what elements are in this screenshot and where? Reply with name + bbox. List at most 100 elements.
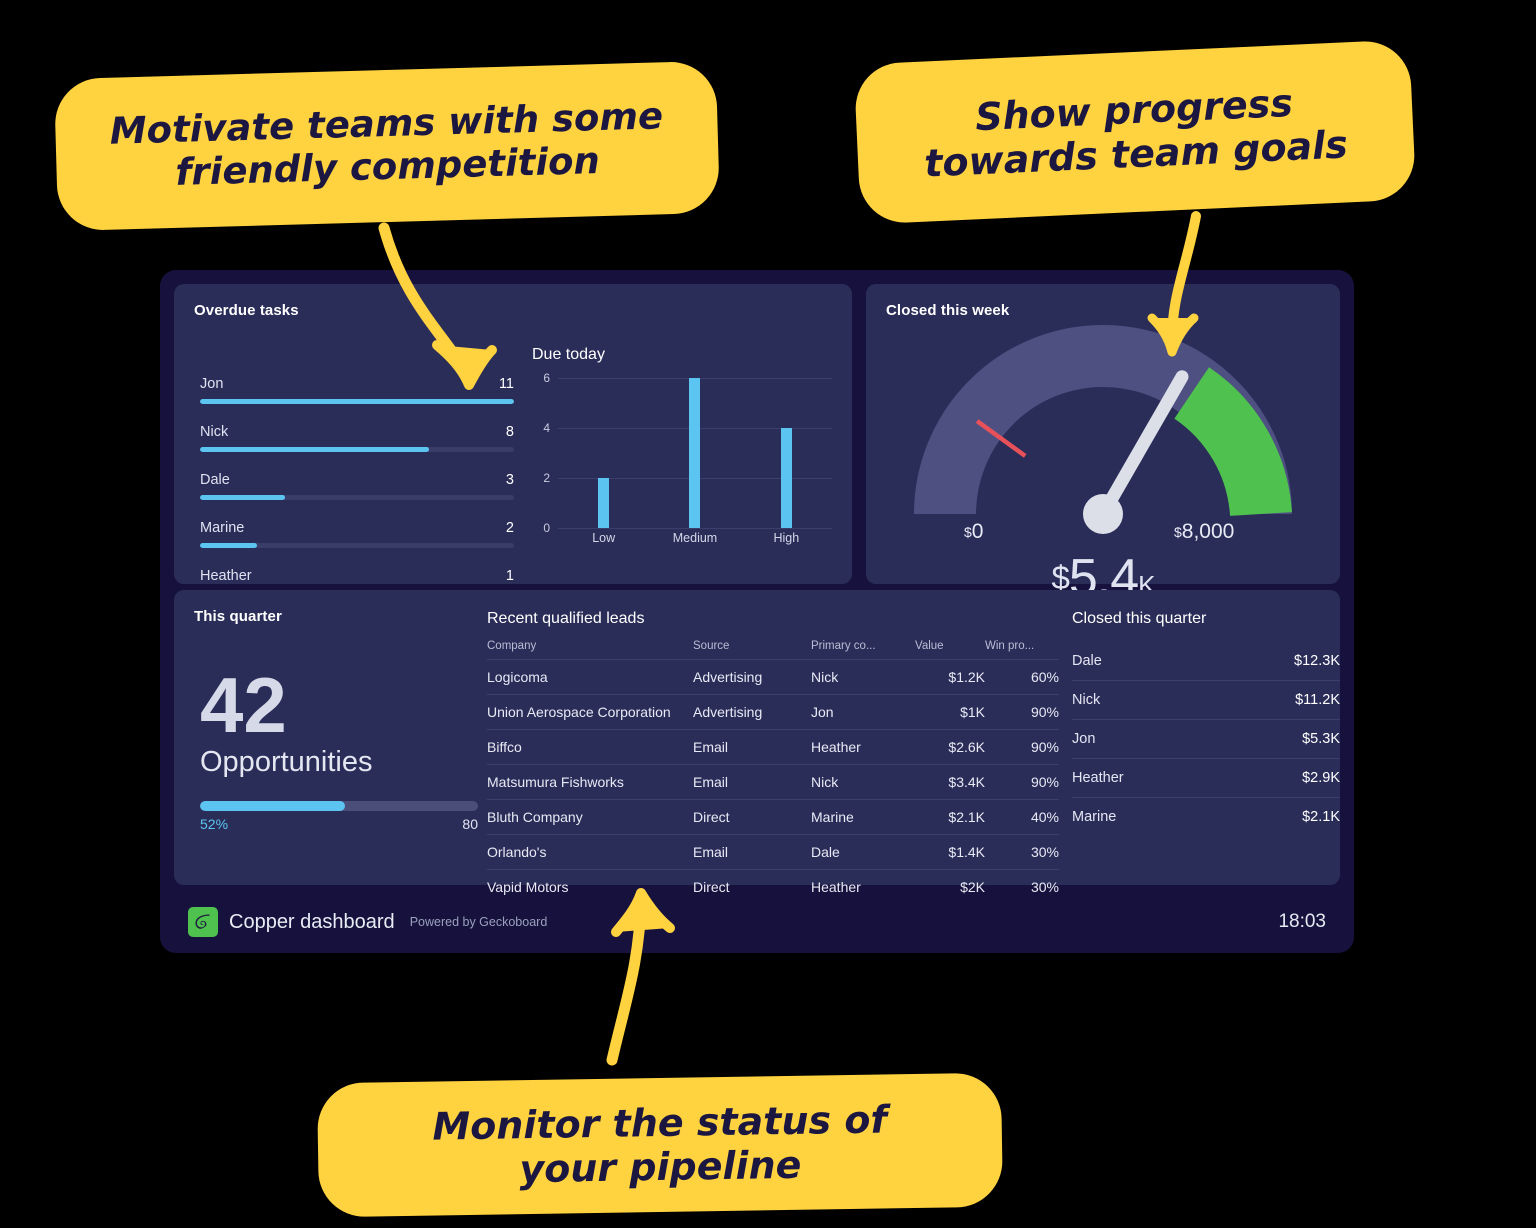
col-header-win-probability[interactable]: Win pro... bbox=[985, 640, 1059, 660]
cell-value: $2.1K bbox=[915, 799, 985, 835]
y-tick: 6 bbox=[543, 371, 550, 385]
metric-progress-percent: 52% bbox=[200, 816, 229, 833]
list-item-name: Marine bbox=[1072, 809, 1117, 825]
list-item-value: $12.3K bbox=[1294, 653, 1340, 669]
leads-widget: Recent qualified leads Company Source Pr… bbox=[487, 610, 1059, 904]
y-axis: 6 4 2 0 bbox=[532, 371, 554, 535]
cell-source: Advertising bbox=[693, 659, 811, 695]
leaderboard-row: Jon 11 bbox=[200, 376, 514, 404]
cell-win-probability: 90% bbox=[985, 764, 1059, 800]
cell-win-probability: 60% bbox=[985, 659, 1059, 695]
leaderboard-value: 8 bbox=[505, 424, 514, 440]
clock: 18:03 bbox=[1278, 911, 1326, 932]
table-header-row: Company Source Primary co... Value Win p… bbox=[487, 640, 1059, 660]
gauge-max-value: 8,000 bbox=[1181, 520, 1235, 543]
leaderboard-track bbox=[200, 495, 514, 500]
due-today-plot: 6 4 2 0 Low Medium High bbox=[532, 371, 832, 550]
cell-win-probability: 90% bbox=[985, 694, 1059, 730]
dashboard-frame: Overdue tasks Jon 11 Nick 8 Dale 3 Marin… bbox=[160, 270, 1354, 953]
y-tick: 2 bbox=[543, 471, 550, 485]
leads-table: Company Source Primary co... Value Win p… bbox=[487, 640, 1059, 904]
cell-value: $3.4K bbox=[915, 764, 985, 800]
leaderboard-name: Jon bbox=[200, 376, 224, 392]
cell-value: $1.4K bbox=[915, 834, 985, 870]
col-header-value[interactable]: Value bbox=[915, 640, 985, 660]
table-row[interactable]: Orlando's Email Dale $1.4K 30% bbox=[487, 834, 1059, 870]
table-row[interactable]: Matsumura Fishworks Email Nick $3.4K 90% bbox=[487, 764, 1059, 800]
gridline bbox=[558, 528, 832, 529]
callout-line-1: Monitor the status of bbox=[432, 1097, 888, 1149]
bar-high bbox=[780, 428, 792, 528]
leaderboard-name: Marine bbox=[200, 520, 245, 536]
cell-value: $1.2K bbox=[915, 659, 985, 695]
cell-source: Email bbox=[693, 834, 811, 870]
gauge-min-value: 0 bbox=[971, 520, 984, 543]
cell-primary-contact: Jon bbox=[811, 694, 915, 730]
leaderboard-name: Heather bbox=[200, 568, 252, 584]
bar-slot bbox=[649, 378, 740, 528]
panel-this-quarter: This quarter 42 Opportunities 52% 80 Rec… bbox=[174, 590, 1340, 904]
list-item-value: $2.9K bbox=[1302, 770, 1340, 786]
cell-primary-contact: Nick bbox=[811, 659, 915, 695]
leaderboard-value: 3 bbox=[505, 472, 514, 488]
metric-progress-fill bbox=[200, 801, 345, 812]
cell-primary-contact: Nick bbox=[811, 764, 915, 800]
metric-opportunities: 42 Opportunities 52% 80 bbox=[200, 661, 478, 833]
col-header-source[interactable]: Source bbox=[693, 640, 811, 660]
x-label: High bbox=[773, 531, 800, 545]
callout-show-progress: Show progress towards team goals bbox=[853, 39, 1417, 225]
list-item: Heather $2.9K bbox=[1072, 759, 1340, 798]
leaderboard-row: Nick 8 bbox=[200, 424, 514, 452]
gauge-target-zone bbox=[1173, 367, 1292, 517]
y-tick: 0 bbox=[543, 521, 550, 535]
callout-monitor-pipeline: Monitor the status of your pipeline bbox=[316, 1072, 1004, 1218]
currency-symbol: $ bbox=[964, 523, 972, 540]
table-row[interactable]: Biffco Email Heather $2.6K 90% bbox=[487, 729, 1059, 765]
metric-number: 42 bbox=[200, 661, 287, 749]
cell-win-probability: 30% bbox=[985, 834, 1059, 870]
gauge-min-label: $0 bbox=[964, 520, 983, 544]
cell-source: Direct bbox=[693, 799, 811, 835]
leaderboard-value: 1 bbox=[505, 568, 514, 584]
list-item-value: $2.1K bbox=[1302, 809, 1340, 825]
metric-progress-goal: 80 bbox=[462, 816, 478, 833]
leaderboard-row: Marine 2 bbox=[200, 520, 514, 548]
cell-value: $1K bbox=[915, 694, 985, 730]
panel-title-closed-this-week: Closed this week bbox=[886, 302, 1010, 319]
col-header-company[interactable]: Company bbox=[487, 640, 693, 660]
col-header-primary-contact[interactable]: Primary co... bbox=[811, 640, 915, 660]
panel-title-overdue-tasks: Overdue tasks bbox=[194, 302, 299, 319]
y-tick: 4 bbox=[543, 421, 550, 435]
bar-low bbox=[598, 478, 610, 528]
cell-value: $2.6K bbox=[915, 729, 985, 765]
list-item-value: $5.3K bbox=[1302, 731, 1340, 747]
leaderboard-fill bbox=[200, 495, 285, 500]
leaderboard-track bbox=[200, 399, 514, 404]
leaderboard-fill bbox=[200, 447, 430, 452]
list-item: Marine $2.1K bbox=[1072, 798, 1340, 836]
cell-source: Advertising bbox=[693, 694, 811, 730]
chart-title-due-today: Due today bbox=[532, 346, 605, 363]
table-row[interactable]: Bluth Company Direct Marine $2.1K 40% bbox=[487, 799, 1059, 835]
brand-name: Copper dashboard bbox=[229, 910, 395, 933]
metric-progress-track bbox=[200, 801, 478, 812]
list-item-name: Jon bbox=[1072, 731, 1096, 747]
leaderboard-value: 2 bbox=[505, 520, 514, 536]
table-row[interactable]: Union Aerospace Corporation Advertising … bbox=[487, 694, 1059, 730]
cell-source: Email bbox=[693, 764, 811, 800]
powered-by-label: Powered by Geckoboard bbox=[409, 915, 548, 929]
cell-company: Biffco bbox=[487, 729, 693, 765]
copper-logo-icon bbox=[188, 907, 218, 937]
leaderboard-track bbox=[200, 543, 514, 548]
leaderboard-track bbox=[200, 447, 514, 452]
callout-motivate-teams: Motivate teams with some friendly compet… bbox=[54, 60, 720, 232]
chart-bars bbox=[558, 378, 832, 528]
list-item-value: $11.2K bbox=[1295, 692, 1340, 708]
panel-overdue-tasks: Overdue tasks Jon 11 Nick 8 Dale 3 Marin… bbox=[174, 284, 852, 596]
table-row[interactable]: Logicoma Advertising Nick $1.2K 60% bbox=[487, 659, 1059, 695]
leaderboard-name: Dale bbox=[200, 472, 230, 488]
gauge-svg bbox=[914, 325, 1292, 534]
metric-label: Opportunities bbox=[200, 746, 373, 779]
cell-company: Union Aerospace Corporation bbox=[487, 694, 693, 730]
leaderboard-fill bbox=[200, 543, 257, 548]
